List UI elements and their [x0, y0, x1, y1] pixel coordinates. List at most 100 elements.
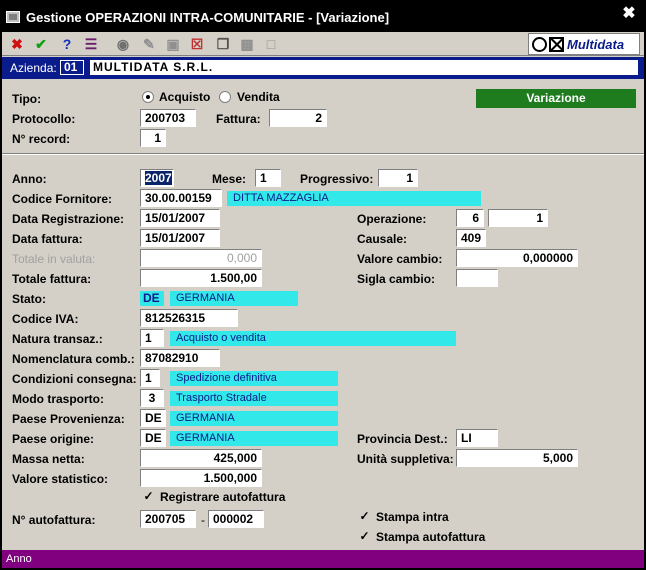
provenienza-label: Paese Provenienza: — [12, 412, 125, 426]
provenienza-description: GERMANIA — [170, 411, 338, 426]
operazione-field-2[interactable]: 1 — [488, 209, 548, 227]
nomenclatura-label: Nomenclatura comb.: — [12, 352, 135, 366]
data-registrazione-field[interactable]: 15/01/2007 — [140, 209, 220, 227]
title-bar: Gestione OPERAZIONI INTRA-COMUNITARIE - … — [2, 2, 644, 32]
edit-icon[interactable]: ✎ — [140, 35, 158, 53]
main-window: Gestione OPERAZIONI INTRA-COMUNITARIE - … — [0, 0, 646, 570]
unita-suppletiva-label: Unità suppletiva: — [357, 452, 454, 466]
autofattura-field-2[interactable]: 000002 — [208, 510, 264, 528]
valore-statistico-field[interactable]: 1.500,000 — [140, 469, 262, 487]
provincia-field[interactable]: LI — [456, 429, 498, 447]
check-icon[interactable]: ✔ — [32, 35, 50, 53]
close-icon[interactable]: ✖ — [8, 35, 26, 53]
progressivo-field[interactable]: 1 — [378, 169, 418, 187]
close-window-icon[interactable]: ✖ — [622, 6, 636, 22]
acquisto-radio[interactable] — [142, 91, 154, 103]
anno-field[interactable]: 2007 — [140, 169, 174, 187]
azienda-label: Azienda: — [10, 61, 57, 75]
help-icon[interactable]: ? — [58, 35, 76, 53]
fornitore-field[interactable]: 30.00.00159 — [140, 189, 222, 207]
causale-field[interactable]: 409 — [456, 229, 486, 247]
brand-logo: Multidata — [528, 33, 640, 55]
condizioni-description: Spedizione definitiva — [170, 371, 338, 386]
fattura-label: Fattura: — [216, 112, 261, 126]
acquisto-label: Acquisto — [159, 90, 211, 104]
massa-netta-field[interactable]: 425,000 — [140, 449, 262, 467]
massa-netta-label: Massa netta: — [12, 452, 85, 466]
stampa-intra-label: Stampa intra — [376, 510, 449, 524]
valore-cambio-label: Valore cambio: — [357, 252, 443, 266]
mese-label: Mese: — [212, 172, 247, 186]
natura-field[interactable]: 1 — [140, 329, 164, 347]
book-icon[interactable]: ☰ — [82, 35, 100, 53]
condizioni-field[interactable]: 1 — [140, 369, 160, 387]
origine-field[interactable]: DE — [140, 429, 166, 447]
stampa-autofattura-checkbox[interactable]: ✓ — [358, 530, 371, 543]
origine-description: GERMANIA — [170, 431, 338, 446]
progressivo-label: Progressivo: — [300, 172, 374, 186]
status-bar: Anno — [2, 550, 644, 568]
vendita-label: Vendita — [237, 90, 280, 104]
stampa-autofattura-label: Stampa autofattura — [376, 530, 486, 544]
separator — [2, 153, 644, 155]
logo-cross-box-icon — [549, 37, 564, 52]
natura-label: Natura transaz.: — [12, 332, 103, 346]
fornitore-description: DITTA MAZZAGLIA — [227, 191, 481, 206]
modo-trasporto-description: Trasporto Stradale — [170, 391, 338, 406]
data-fattura-field[interactable]: 15/01/2007 — [140, 229, 220, 247]
autofattura-label: N° autofattura: — [12, 513, 96, 527]
autofattura-separator: - — [201, 513, 205, 527]
modo-trasporto-field[interactable]: 3 — [140, 389, 164, 407]
paste-icon[interactable]: ▩ — [238, 35, 256, 53]
causale-label: Causale: — [357, 232, 408, 246]
provenienza-field[interactable]: DE — [140, 409, 166, 427]
anno-label: Anno: — [12, 172, 47, 186]
new-page-icon[interactable]: □ — [262, 35, 280, 53]
brand-name: Multidata — [567, 37, 625, 52]
mese-field[interactable]: 1 — [255, 169, 281, 187]
valore-cambio-field[interactable]: 0,000000 — [456, 249, 578, 267]
operazione-label: Operazione: — [357, 212, 427, 226]
logo-circle-icon — [532, 37, 547, 52]
modo-trasporto-label: Modo trasporto: — [12, 392, 104, 406]
operazione-field-1[interactable]: 6 — [456, 209, 484, 227]
provincia-label: Provincia Dest.: — [357, 432, 448, 446]
clipboard-icon[interactable]: ❐ — [214, 35, 232, 53]
vendita-radio[interactable] — [219, 91, 231, 103]
binoculars-icon[interactable]: ◉ — [114, 35, 132, 53]
azienda-bar: Azienda: 01 MULTIDATA S.R.L. — [2, 57, 644, 79]
record-label: N° record: — [12, 132, 71, 146]
totale-fattura-field[interactable]: 1.500,00 — [140, 269, 262, 287]
data-fattura-label: Data fattura: — [12, 232, 83, 246]
tipo-label: Tipo: — [12, 92, 42, 106]
valore-statistico-label: Valore statistico: — [12, 472, 109, 486]
record-field[interactable]: 1 — [140, 129, 166, 147]
fattura-field[interactable]: 2 — [269, 109, 327, 127]
stampa-intra-checkbox[interactable]: ✓ — [358, 510, 371, 523]
protocollo-field[interactable]: 200703 — [140, 109, 196, 127]
stato-field[interactable]: DE — [140, 291, 164, 306]
azienda-name: MULTIDATA S.R.L. — [90, 60, 638, 75]
unita-suppletiva-field[interactable]: 5,000 — [456, 449, 578, 467]
nomenclatura-field[interactable]: 87082910 — [140, 349, 220, 367]
protocollo-label: Protocollo: — [12, 112, 76, 126]
data-registrazione-label: Data Registrazione: — [12, 212, 125, 226]
copy-record-icon[interactable]: ▣ — [164, 35, 182, 53]
stato-description: GERMANIA — [170, 291, 298, 306]
codice-iva-label: Codice IVA: — [12, 312, 79, 326]
sigla-cambio-field[interactable] — [456, 269, 498, 287]
app-icon — [6, 11, 20, 23]
registrare-autofattura-checkbox[interactable]: ✓ — [142, 490, 155, 503]
stato-label: Stato: — [12, 292, 46, 306]
totale-valuta-label: Totale in valuta: — [12, 252, 96, 266]
condizioni-label: Condizioni consegna: — [12, 372, 137, 386]
variazione-status-button: Variazione — [476, 89, 636, 108]
autofattura-field-1[interactable]: 200705 — [140, 510, 196, 528]
fornitore-label: Codice Fornitore: — [12, 192, 113, 206]
totale-fattura-label: Totale fattura: — [12, 272, 92, 286]
registrare-autofattura-label: Registrare autofattura — [160, 490, 286, 504]
codice-iva-field[interactable]: 812526315 — [140, 309, 238, 327]
sigla-cambio-label: Sigla cambio: — [357, 272, 436, 286]
delete-icon[interactable]: ☒ — [188, 35, 206, 53]
natura-description: Acquisto o vendita — [170, 331, 456, 346]
